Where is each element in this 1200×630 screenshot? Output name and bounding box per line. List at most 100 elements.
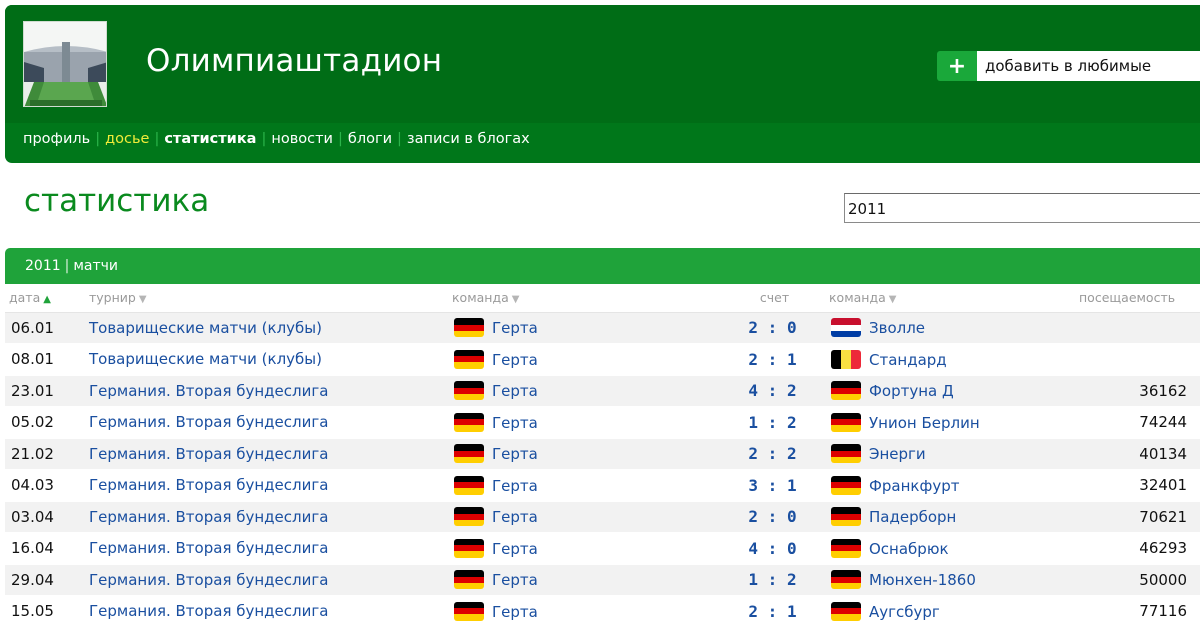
home-team-cell[interactable]: Герта <box>448 343 720 376</box>
home-team-link[interactable]: Герта <box>492 414 538 432</box>
matches-table-section: 2011 | матчи дата ▲ турнир ▼ команда ▼ счет… <box>5 248 1200 628</box>
home-team-link[interactable]: Герта <box>492 319 538 337</box>
away-team-cell[interactable]: Фортуна Д <box>825 375 1075 407</box>
away-team-cell[interactable]: Зволле <box>825 312 1075 344</box>
home-team-cell[interactable]: Герта <box>448 438 720 470</box>
plus-icon[interactable]: + <box>937 51 977 81</box>
tournament-link[interactable]: Германия. Вторая бундеслига <box>85 469 448 502</box>
attendance-value: 50000 <box>1075 564 1200 596</box>
away-team-cell[interactable]: Оснабрюк <box>825 532 1075 565</box>
nav-statistics[interactable]: статистика <box>164 131 256 147</box>
table-row: 16.04 Германия. Вторая бундеслига Герта 4 :… <box>5 532 1200 565</box>
nav-dossier[interactable]: досье <box>105 131 149 147</box>
away-team-link[interactable]: Унион Берлин <box>869 414 980 432</box>
away-team-cell[interactable]: Стандард <box>825 343 1075 376</box>
tournament-link[interactable]: Германия. Вторая бундеслига <box>85 501 448 533</box>
away-team-cell[interactable]: Падерборн <box>825 501 1075 533</box>
tournament-link[interactable]: Товарищеские матчи (клубы) <box>85 343 448 376</box>
tournament-link[interactable]: Германия. Вторая бундеслига <box>85 532 448 565</box>
year-select[interactable]: 2011 <box>844 193 1200 223</box>
match-score-link[interactable]: 1 : 2 <box>720 564 825 596</box>
away-team-link[interactable]: Падерборн <box>869 508 956 526</box>
column-header-score: счет <box>720 284 825 313</box>
away-team-link[interactable]: Оснабрюк <box>869 540 949 558</box>
tournament-link[interactable]: Германия. Вторая бундеслига <box>85 438 448 470</box>
away-team-link[interactable]: Зволле <box>869 319 925 337</box>
section-nav: профиль | досье | статистика | новости |… <box>23 131 530 147</box>
home-team-link[interactable]: Герта <box>492 382 538 400</box>
attendance-value: 36162 <box>1075 375 1200 407</box>
add-to-favorites-label[interactable]: добавить в любимые <box>977 51 1200 81</box>
home-team-link[interactable]: Герта <box>492 540 538 558</box>
away-team-link[interactable]: Мюнхен-1860 <box>869 571 976 589</box>
attendance-value <box>1075 343 1200 376</box>
away-team-link[interactable]: Энерги <box>869 445 926 463</box>
match-score-link[interactable]: 3 : 1 <box>720 469 825 502</box>
flag-icon <box>831 538 861 558</box>
sort-descending-icon[interactable]: ▼ <box>139 294 147 305</box>
away-team-cell[interactable]: Аугсбург <box>825 595 1075 628</box>
flag-icon <box>831 570 861 590</box>
add-to-favorites-button[interactable]: + добавить в любимые <box>937 51 1200 81</box>
attendance-value <box>1075 312 1200 344</box>
home-team-cell[interactable]: Герта <box>448 564 720 596</box>
attendance-value: 32401 <box>1075 469 1200 502</box>
flag-icon <box>454 444 484 464</box>
flag-icon <box>454 538 484 558</box>
match-score-link[interactable]: 4 : 2 <box>720 375 825 407</box>
column-header-date[interactable]: дата ▲ <box>5 284 85 313</box>
away-team-link[interactable]: Стандард <box>869 351 947 369</box>
tournament-link[interactable]: Германия. Вторая бундеслига <box>85 564 448 596</box>
column-header-attendance: посещаемость <box>1075 284 1200 313</box>
match-score-link[interactable]: 4 : 0 <box>720 532 825 565</box>
column-header-away-team[interactable]: команда ▼ <box>825 284 1075 313</box>
match-score-link[interactable]: 2 : 0 <box>720 501 825 533</box>
column-header-tournament[interactable]: турнир ▼ <box>85 284 448 313</box>
home-team-link[interactable]: Герта <box>492 603 538 621</box>
home-team-link[interactable]: Герта <box>492 477 538 495</box>
home-team-cell[interactable]: Герта <box>448 406 720 439</box>
nav-news[interactable]: новости <box>271 131 333 147</box>
home-team-link[interactable]: Герта <box>492 445 538 463</box>
home-team-cell[interactable]: Герта <box>448 312 720 344</box>
match-score-link[interactable]: 2 : 0 <box>720 312 825 344</box>
match-score-link[interactable]: 1 : 2 <box>720 406 825 439</box>
match-score-link[interactable]: 2 : 1 <box>720 595 825 628</box>
home-team-link[interactable]: Герта <box>492 571 538 589</box>
match-score-link[interactable]: 2 : 1 <box>720 343 825 376</box>
flag-icon <box>831 601 861 621</box>
nav-separator: | <box>397 131 402 147</box>
home-team-link[interactable]: Герта <box>492 508 538 526</box>
home-team-cell[interactable]: Герта <box>448 532 720 565</box>
away-team-cell[interactable]: Франкфурт <box>825 469 1075 502</box>
tournament-link[interactable]: Германия. Вторая бундеслига <box>85 375 448 407</box>
home-team-cell[interactable]: Герта <box>448 595 720 628</box>
tournament-link[interactable]: Германия. Вторая бундеслига <box>85 595 448 628</box>
match-score-link[interactable]: 2 : 2 <box>720 438 825 470</box>
tournament-link[interactable]: Германия. Вторая бундеслига <box>85 406 448 439</box>
away-team-cell[interactable]: Мюнхен-1860 <box>825 564 1075 596</box>
home-team-cell[interactable]: Герта <box>448 501 720 533</box>
away-team-cell[interactable]: Унион Берлин <box>825 406 1075 439</box>
away-team-cell[interactable]: Энерги <box>825 438 1075 470</box>
away-team-link[interactable]: Франкфурт <box>869 477 959 495</box>
nav-blogs[interactable]: блоги <box>348 131 392 147</box>
away-team-link[interactable]: Аугсбург <box>869 603 940 621</box>
away-team-link[interactable]: Фортуна Д <box>869 382 954 400</box>
home-team-link[interactable]: Герта <box>492 351 538 369</box>
tournament-link[interactable]: Товарищеские матчи (клубы) <box>85 312 448 344</box>
flag-icon <box>454 318 484 338</box>
nav-profile[interactable]: профиль <box>23 131 90 147</box>
sort-ascending-icon[interactable]: ▲ <box>43 294 51 305</box>
nav-blog-posts[interactable]: записи в блогах <box>407 131 530 147</box>
home-team-cell[interactable]: Герта <box>448 469 720 502</box>
home-team-cell[interactable]: Герта <box>448 375 720 407</box>
table-row: 21.02 Германия. Вторая бундеслига Герта 2 :… <box>5 438 1200 470</box>
table-row: 03.04 Германия. Вторая бундеслига Герта 2 :… <box>5 501 1200 533</box>
column-header-home-team[interactable]: команда ▼ <box>448 284 720 313</box>
match-date: 08.01 <box>5 343 85 376</box>
sort-descending-icon[interactable]: ▼ <box>889 294 897 305</box>
nav-separator: | <box>261 131 267 147</box>
flag-icon <box>831 475 861 495</box>
sort-descending-icon[interactable]: ▼ <box>512 294 520 305</box>
